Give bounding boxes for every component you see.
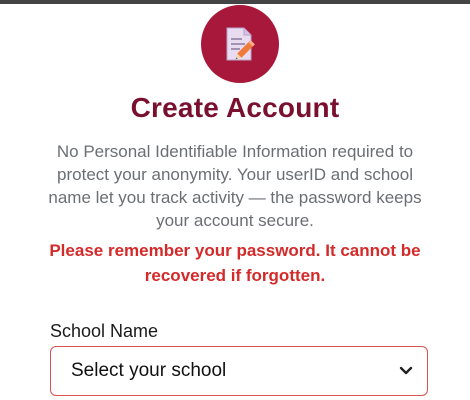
page-title: Create Account (130, 92, 340, 123)
chevron-down-icon (399, 366, 413, 376)
school-name-label: School Name (50, 321, 159, 341)
account-icon-badge (201, 5, 279, 83)
school-select[interactable]: Select your school (50, 346, 428, 396)
edit-document-icon (223, 26, 257, 62)
school-select-value: Select your school (71, 360, 227, 381)
anonymity-description: No Personal Identifiable Information req… (48, 142, 422, 230)
password-warning: Please remember your password. It cannot… (49, 241, 421, 285)
create-account-page: Create Account No Personal Identifiable … (0, 0, 470, 400)
top-border (0, 0, 470, 4)
